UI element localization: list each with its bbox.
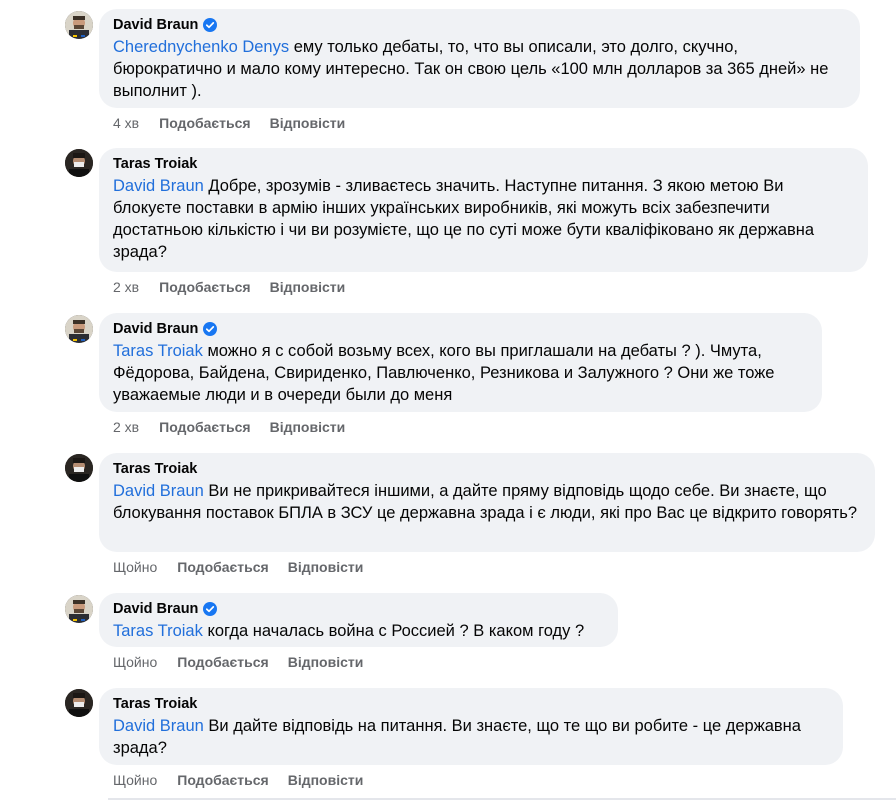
comment-actions: Щойно Подобається Відповісти — [113, 654, 382, 670]
reply-button[interactable]: Відповісти — [270, 419, 346, 435]
like-button[interactable]: Подобається — [159, 115, 250, 131]
avatar-taras-icon[interactable] — [65, 149, 93, 177]
comment-text: Taras Troiak когда началась война с Росс… — [113, 622, 585, 640]
verified-badge-icon — [203, 18, 218, 32]
reply-button[interactable]: Відповісти — [270, 279, 346, 295]
comment-actions: 4 хв Подобається Відповісти — [113, 115, 364, 131]
comment-actions: 2 хв Подобається Відповісти — [113, 279, 364, 295]
mention-link[interactable]: David Braun — [113, 482, 204, 500]
mention-link[interactable]: Taras Troiak — [113, 342, 203, 360]
mention-link[interactable]: David Braun — [113, 177, 204, 195]
comment-text: Taras Troiak можно я с собой возьму всех… — [113, 342, 775, 404]
comment-text: David Braun Добре, зрозумів - зливаєтесь… — [113, 177, 815, 261]
comment-text: David Braun Ви дайте відповідь на питанн… — [113, 717, 801, 757]
author-name[interactable]: Taras Troiak — [113, 155, 197, 173]
reply-button[interactable]: Відповісти — [288, 559, 364, 575]
avatar-taras-icon[interactable] — [65, 689, 93, 717]
timestamp[interactable]: 4 хв — [113, 115, 139, 131]
mention-link[interactable]: David Braun — [113, 717, 204, 735]
timestamp[interactable]: Щойно — [113, 559, 157, 575]
avatar-david-icon[interactable] — [65, 315, 93, 343]
comment-bubble: David Braun Taras Troiak когда началась … — [99, 593, 618, 647]
comment-bubble: David Braun Taras Troiak можно я с собой… — [99, 313, 822, 412]
author-name[interactable]: David Braun — [113, 320, 198, 338]
avatar-taras-icon[interactable] — [65, 454, 93, 482]
reply-button[interactable]: Відповісти — [288, 654, 364, 670]
mention-link[interactable]: Taras Troiak — [113, 622, 203, 640]
like-button[interactable]: Подобається — [177, 559, 268, 575]
like-button[interactable]: Подобається — [177, 772, 268, 788]
timestamp[interactable]: Щойно — [113, 772, 157, 788]
verified-badge-icon — [203, 602, 218, 616]
mention-link[interactable]: Cherednychenko Denys — [113, 38, 289, 56]
comment-text: Cherednychenko Denys ему только дебаты, … — [113, 38, 829, 100]
comment-bubble: Taras Troiak David Braun Добре, зрозумів… — [99, 148, 868, 272]
reply-button[interactable]: Відповісти — [270, 115, 346, 131]
verified-badge-icon — [203, 322, 218, 336]
like-button[interactable]: Подобається — [177, 654, 268, 670]
comment-actions: Щойно Подобається Відповісти — [113, 772, 382, 788]
comment-actions: Щойно Подобається Відповісти — [113, 559, 382, 575]
reply-button[interactable]: Відповісти — [288, 772, 364, 788]
comment-actions: 2 хв Подобається Відповісти — [113, 419, 364, 435]
avatar-david-icon[interactable] — [65, 595, 93, 623]
comment-bubble: David Braun Cherednychenko Denys ему тол… — [99, 9, 860, 108]
comment-bubble: Taras Troiak David Braun Ви дайте відпов… — [99, 688, 843, 765]
timestamp[interactable]: 2 хв — [113, 419, 139, 435]
like-button[interactable]: Подобається — [159, 279, 250, 295]
author-name[interactable]: Taras Troiak — [113, 460, 197, 478]
comment-text: David Braun Ви не прикривайтеся іншими, … — [113, 482, 858, 522]
author-name[interactable]: David Braun — [113, 600, 198, 618]
comment-bubble: Taras Troiak David Braun Ви не прикривай… — [99, 453, 875, 552]
timestamp[interactable]: 2 хв — [113, 279, 139, 295]
avatar-david-icon[interactable] — [65, 11, 93, 39]
author-name[interactable]: Taras Troiak — [113, 695, 197, 713]
author-name[interactable]: David Braun — [113, 16, 198, 34]
timestamp[interactable]: Щойно — [113, 654, 157, 670]
like-button[interactable]: Подобається — [159, 419, 250, 435]
